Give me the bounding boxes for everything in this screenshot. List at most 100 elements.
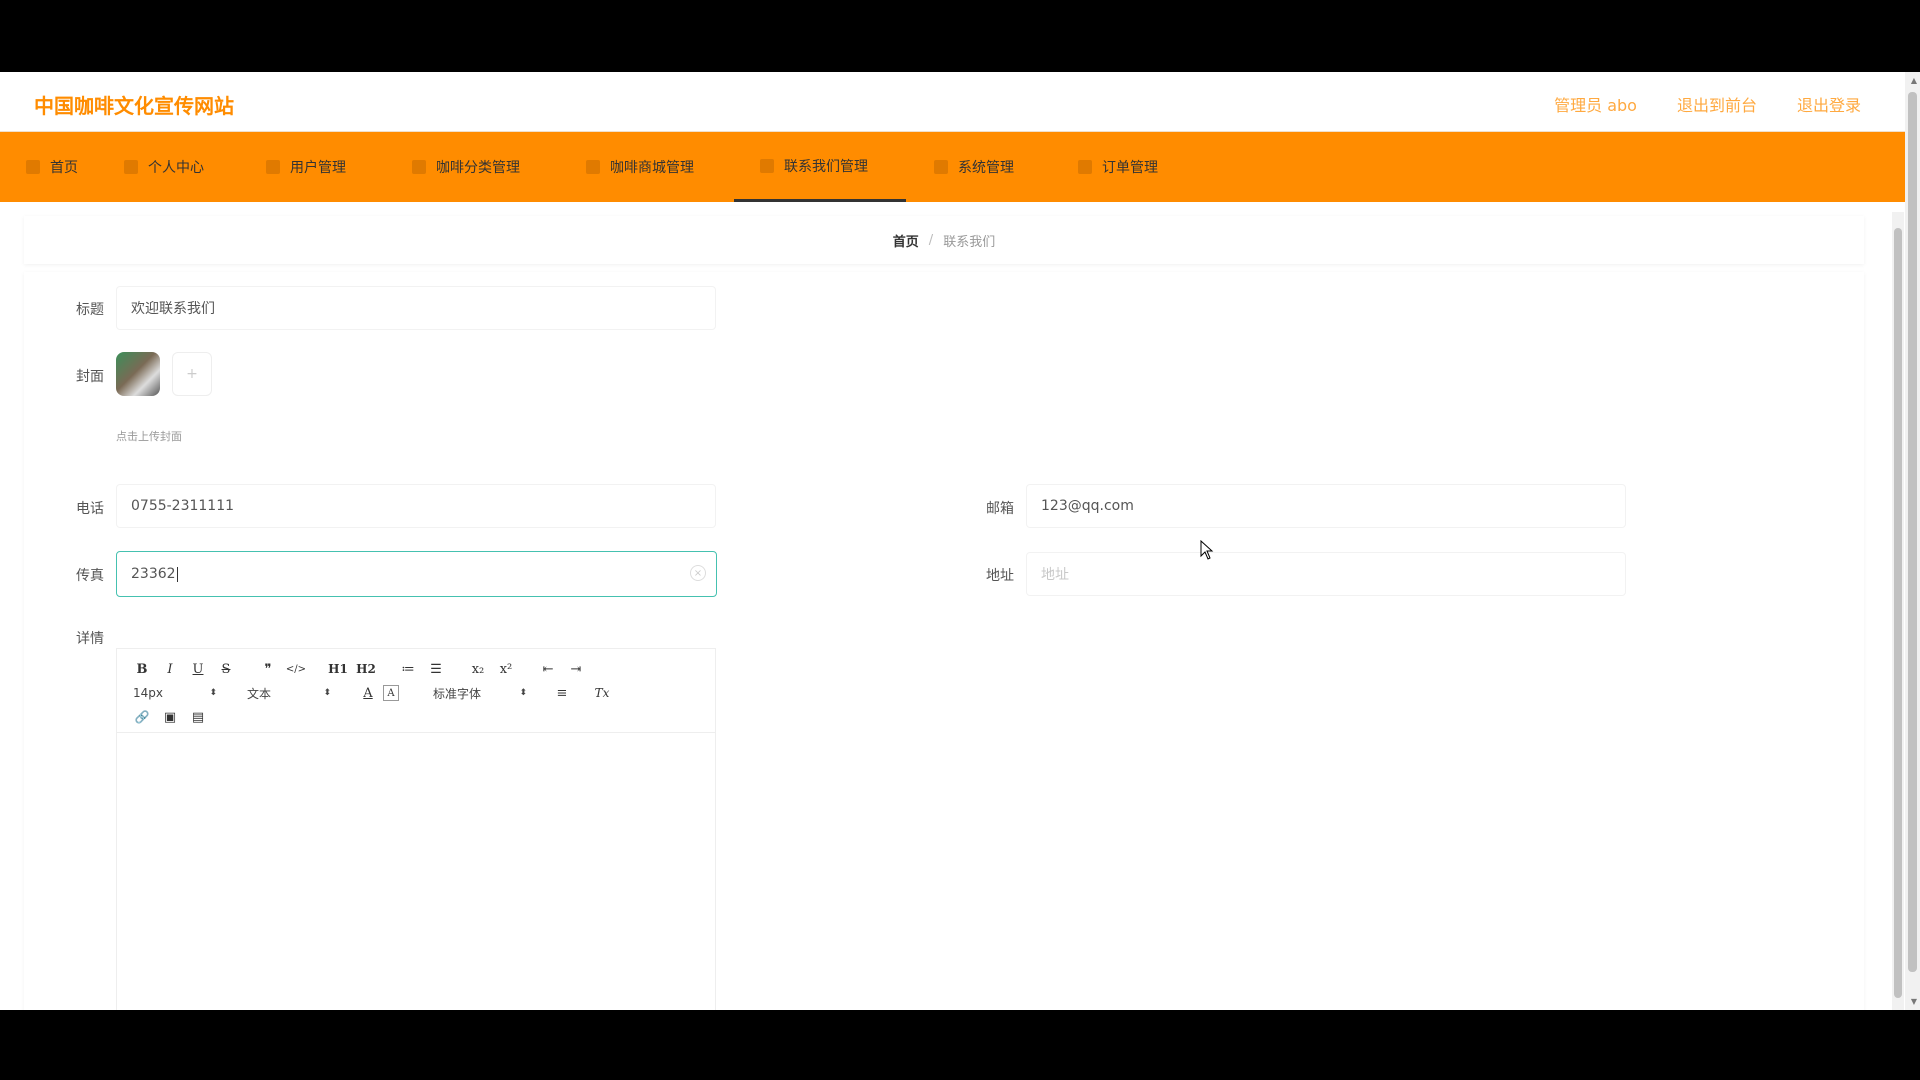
contact-form: 标题 欢迎联系我们 封面 + 点击上传封面 电话 0755-2311111 邮箱… <box>24 272 1864 1010</box>
clear-format-button[interactable]: Tx <box>591 683 613 703</box>
content-scrollbar[interactable] <box>1892 212 1904 1010</box>
phone-input[interactable]: 0755-2311111 <box>116 484 716 528</box>
category-icon <box>412 160 426 174</box>
code-block-button[interactable]: </> <box>285 659 307 679</box>
cover-upload-hint: 点击上传封面 <box>116 430 182 443</box>
nav-item-coffee-shop[interactable]: 咖啡商城管理 <box>586 132 694 202</box>
cover-image-thumbnail[interactable] <box>116 352 160 396</box>
strikethrough-button[interactable]: S <box>215 659 237 679</box>
nav-label: 用户管理 <box>290 160 346 176</box>
editor-content-area[interactable] <box>117 733 715 1010</box>
settings-icon <box>934 160 948 174</box>
text-caret <box>176 566 178 582</box>
nav-item-users[interactable]: 用户管理 <box>266 132 346 202</box>
heading2-button[interactable]: H2 <box>355 659 377 679</box>
phone-label: 电话 <box>76 501 104 517</box>
clear-icon[interactable]: × <box>690 565 706 581</box>
details-label: 详情 <box>76 631 104 647</box>
bold-button[interactable]: B <box>131 659 153 679</box>
scroll-down-icon[interactable]: ▼ <box>1911 997 1917 1006</box>
nav-item-home[interactable]: 首页 <box>26 132 78 202</box>
nav-item-contact[interactable]: 联系我们管理 <box>734 132 906 202</box>
header-links: 管理员 abo 退出到前台 退出登录 <box>1554 92 1861 116</box>
nav-label: 咖啡商城管理 <box>610 160 694 176</box>
header-value: 文本 <box>247 686 272 701</box>
plus-icon: + <box>186 366 198 382</box>
rich-text-editor: B I U S ❞ </> H1 H2 ≔ ☰ x₂ x² ⇤ ⇥ 14px ⬍ <box>116 648 716 1010</box>
underline-button[interactable]: U <box>187 659 209 679</box>
nav-label: 联系我们管理 <box>784 158 868 175</box>
title-input[interactable]: 欢迎联系我们 <box>116 286 716 330</box>
site-title: 中国咖啡文化宣传网站 <box>34 94 234 118</box>
scroll-up-icon[interactable]: ▲ <box>1911 76 1917 85</box>
font-size-select[interactable]: 14px ⬍ <box>133 683 217 703</box>
font-color-button[interactable]: A <box>357 683 379 703</box>
contact-icon <box>760 158 774 173</box>
nav-label: 订单管理 <box>1102 160 1158 176</box>
ordered-list-button[interactable]: ≔ <box>397 659 419 679</box>
subscript-button[interactable]: x₂ <box>467 659 489 679</box>
cover-label: 封面 <box>76 369 104 385</box>
header-select[interactable]: 文本 ⬍ <box>247 683 331 703</box>
nav-label: 系统管理 <box>958 160 1014 176</box>
address-input[interactable]: 地址 <box>1026 552 1626 596</box>
admin-user-link[interactable]: 管理员 abo <box>1554 92 1637 116</box>
italic-button[interactable]: I <box>159 659 181 679</box>
select-arrows-icon: ⬍ <box>209 688 217 698</box>
email-value: 123@qq.com <box>1041 498 1134 514</box>
breadcrumb: 首页 / 联系我们 <box>24 216 1864 264</box>
nav-item-orders[interactable]: 订单管理 <box>1078 132 1158 202</box>
logout-link[interactable]: 退出登录 <box>1797 92 1861 116</box>
fax-input[interactable]: 23362 × <box>116 551 717 597</box>
page: 中国咖啡文化宣传网站 管理员 abo 退出到前台 退出登录 首页 个人中心 用户… <box>0 72 1920 1010</box>
editor-toolbar: B I U S ❞ </> H1 H2 ≔ ☰ x₂ x² ⇤ ⇥ 14px ⬍ <box>117 649 715 733</box>
select-arrows-icon: ⬍ <box>323 688 331 698</box>
nav-item-system[interactable]: 系统管理 <box>934 132 1014 202</box>
address-placeholder: 地址 <box>1041 567 1069 583</box>
cover-upload-button[interactable]: + <box>172 352 212 396</box>
image-button[interactable]: ▣ <box>159 707 181 727</box>
home-icon <box>26 160 40 174</box>
nav-label: 首页 <box>50 160 78 176</box>
mouse-cursor-icon <box>1200 540 1214 560</box>
font-family-select[interactable]: 标准字体 ⬍ <box>433 683 527 703</box>
fax-value: 23362 <box>131 566 176 582</box>
page-scrollbar-thumb[interactable] <box>1908 92 1917 972</box>
link-button[interactable]: 🔗 <box>131 707 153 727</box>
fax-label: 传真 <box>76 568 104 584</box>
blockquote-button[interactable]: ❞ <box>257 659 279 679</box>
users-icon <box>266 160 280 174</box>
orders-icon <box>1078 160 1092 174</box>
header: 中国咖啡文化宣传网站 管理员 abo 退出到前台 退出登录 <box>0 72 1905 132</box>
video-button[interactable]: ▤ <box>187 707 209 727</box>
select-arrows-icon: ⬍ <box>519 688 527 698</box>
background-color-button[interactable]: A <box>383 685 399 701</box>
exit-to-frontend-link[interactable]: 退出到前台 <box>1677 92 1757 116</box>
main-nav: 首页 个人中心 用户管理 咖啡分类管理 咖啡商城管理 联系我们管理 系统管理 订… <box>0 132 1905 202</box>
nav-item-profile[interactable]: 个人中心 <box>124 132 204 202</box>
nav-label: 咖啡分类管理 <box>436 160 520 176</box>
content-scrollbar-thumb[interactable] <box>1894 228 1902 998</box>
font-family-value: 标准字体 <box>433 686 482 701</box>
nav-label: 个人中心 <box>148 160 204 176</box>
phone-value: 0755-2311111 <box>131 498 235 514</box>
shop-icon <box>586 160 600 174</box>
title-value: 欢迎联系我们 <box>131 301 215 317</box>
address-label: 地址 <box>986 568 1014 584</box>
title-label: 标题 <box>76 302 104 318</box>
heading1-button[interactable]: H1 <box>327 659 349 679</box>
breadcrumb-current: 联系我们 <box>943 234 996 250</box>
user-icon <box>124 160 138 174</box>
bullet-list-button[interactable]: ☰ <box>425 659 447 679</box>
email-label: 邮箱 <box>986 501 1014 517</box>
page-scrollbar[interactable]: ▲ ▼ <box>1905 72 1920 1010</box>
breadcrumb-home[interactable]: 首页 <box>893 231 919 250</box>
outdent-button[interactable]: ⇤ <box>537 659 559 679</box>
email-input[interactable]: 123@qq.com <box>1026 484 1626 528</box>
indent-button[interactable]: ⇥ <box>565 659 587 679</box>
align-button[interactable]: ≡ <box>551 683 573 703</box>
breadcrumb-separator: / <box>928 232 934 248</box>
superscript-button[interactable]: x² <box>495 659 517 679</box>
nav-item-coffee-category[interactable]: 咖啡分类管理 <box>412 132 520 202</box>
font-size-value: 14px <box>133 686 163 700</box>
